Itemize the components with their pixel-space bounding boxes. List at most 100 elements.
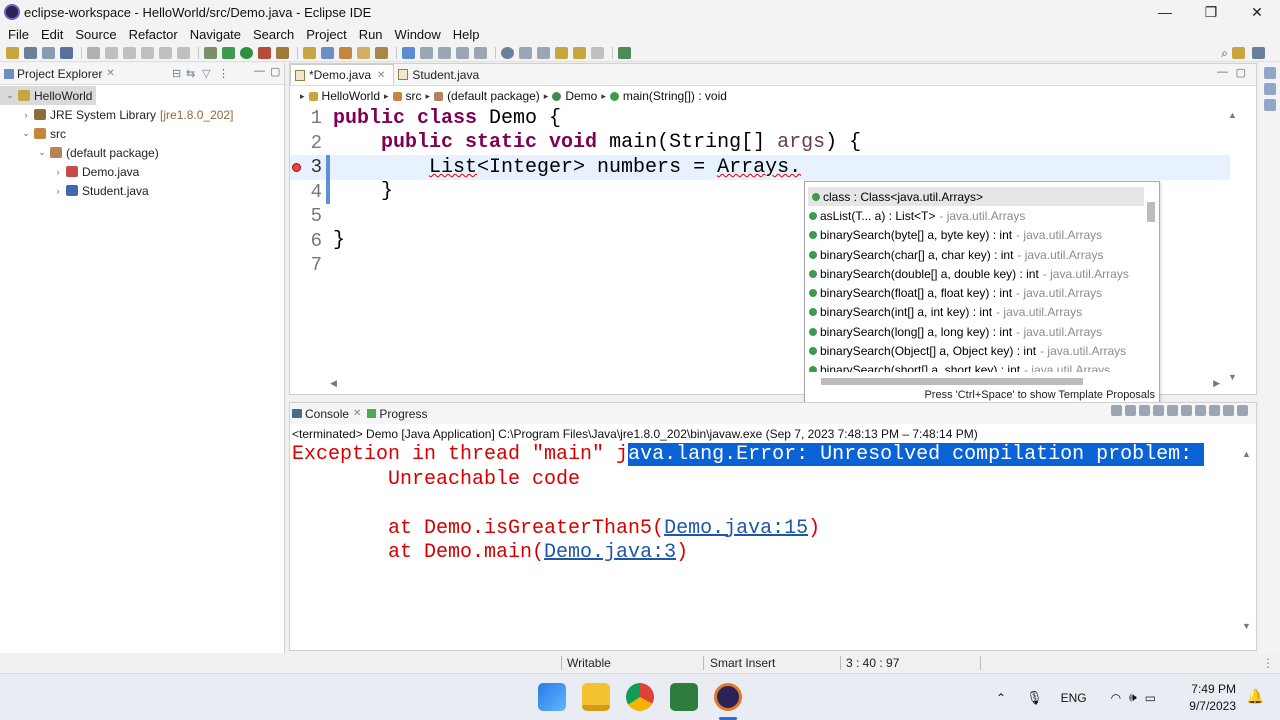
stack-frame-link[interactable]: Demo.java:15 xyxy=(664,517,808,540)
menu-project[interactable]: Project xyxy=(306,27,346,42)
terminal-icon[interactable] xyxy=(60,46,73,59)
battery-icon[interactable]: ▭ xyxy=(1145,691,1156,705)
skip-breakpoints-icon[interactable] xyxy=(87,46,100,59)
tree-item[interactable]: › Demo.java xyxy=(0,162,284,181)
proposal-item[interactable]: binarySearch(Object[] a, Object key) : i… xyxy=(805,341,1147,360)
scroll-right-icon[interactable]: ▶ xyxy=(1213,378,1220,389)
proposal-item[interactable]: binarySearch(float[] a, float key) : int… xyxy=(805,283,1147,302)
breadcrumb-src[interactable]: src xyxy=(406,89,422,103)
tab-console[interactable]: Console ✕ xyxy=(292,407,361,421)
close-tab-icon[interactable]: ✕ xyxy=(377,70,385,81)
chevron-up-icon[interactable]: ⌃ xyxy=(996,691,1006,705)
back-icon[interactable] xyxy=(573,46,586,59)
collapsed-twisty-icon[interactable]: › xyxy=(52,167,64,177)
scroll-down-icon[interactable]: ▼ xyxy=(1242,621,1251,631)
breadcrumb-package[interactable]: (default package) xyxy=(447,89,540,103)
spreadsheet-app-icon[interactable] xyxy=(670,683,698,711)
new-icon[interactable] xyxy=(6,46,19,59)
filter-icon[interactable]: ▽ xyxy=(202,67,210,80)
problems-view-icon[interactable] xyxy=(1263,99,1276,111)
perspective-java-ee-icon[interactable] xyxy=(1232,47,1245,59)
previous-annotation-icon[interactable] xyxy=(537,46,550,59)
breadcrumb-method[interactable]: main(String[]) : void xyxy=(623,89,727,103)
last-edit-icon[interactable] xyxy=(555,46,568,59)
expanded-twisty-icon[interactable]: ⌄ xyxy=(20,128,32,139)
proposal-item[interactable]: binarySearch(byte[] a, byte key) : int - … xyxy=(805,226,1147,245)
search-icon[interactable]: ⌕ xyxy=(1221,46,1228,61)
open-type-icon[interactable] xyxy=(339,46,352,59)
start-icon[interactable] xyxy=(538,683,566,711)
menu-navigate[interactable]: Navigate xyxy=(190,27,241,42)
external-tools-icon[interactable] xyxy=(276,46,289,59)
forward-icon[interactable] xyxy=(591,46,604,59)
breadcrumb-class[interactable]: Demo xyxy=(565,89,597,103)
step-over-icon[interactable] xyxy=(177,46,190,59)
proposal-item[interactable]: class : Class<java.util.Arrays> xyxy=(808,187,1144,207)
console-view-menu-icon[interactable] xyxy=(1237,405,1248,416)
tree-item[interactable]: ⌄ src xyxy=(0,124,284,143)
pin-console-icon[interactable] xyxy=(1195,405,1206,416)
coverage-icon[interactable] xyxy=(258,46,271,59)
tree-item[interactable]: ⌄ HelloWorld xyxy=(0,86,96,105)
eclipse-taskbar-icon[interactable] xyxy=(714,683,742,711)
microphone-icon[interactable]: 🎙 xyxy=(1026,690,1043,706)
word-wrap-console-icon[interactable] xyxy=(1181,405,1192,416)
collapse-all-icon[interactable]: ⊟ xyxy=(172,67,181,80)
step-into-icon[interactable] xyxy=(159,46,172,59)
scroll-lock-icon[interactable] xyxy=(1167,405,1178,416)
toggle-mark-occurrences-icon[interactable] xyxy=(402,46,415,59)
collapsed-twisty-icon[interactable]: › xyxy=(52,186,64,196)
scroll-up-icon[interactable]: ▲ xyxy=(1228,110,1237,120)
next-annotation-icon[interactable] xyxy=(519,46,532,59)
suspend-icon[interactable] xyxy=(123,46,136,59)
breadcrumb-project[interactable]: HelloWorld xyxy=(322,89,380,103)
tree-item[interactable]: ⌄ (default package) xyxy=(0,143,284,162)
menu-run[interactable]: Run xyxy=(359,27,383,42)
editor-vertical-scrollbar[interactable]: ▲ ▼ xyxy=(1228,106,1242,386)
menu-search[interactable]: Search xyxy=(253,27,294,42)
scroll-down-icon[interactable]: ▼ xyxy=(1228,372,1237,382)
proposal-item[interactable]: binarySearch(double[] a, double key) : i… xyxy=(805,264,1147,283)
wifi-icon[interactable]: ◠ xyxy=(1111,691,1121,705)
expanded-twisty-icon[interactable]: ⌄ xyxy=(4,90,16,101)
close-icon[interactable]: ✕ xyxy=(353,408,361,419)
maximize-editor-icon[interactable]: ▢ xyxy=(1236,66,1246,79)
whitespace-icon[interactable] xyxy=(456,46,469,59)
proposal-scroll-thumb[interactable] xyxy=(1147,202,1155,222)
proposal-item[interactable]: binarySearch(int[] a, int key) : int - ja… xyxy=(805,303,1147,322)
proposal-horizontal-scroll-thumb[interactable] xyxy=(821,378,1083,385)
build-icon[interactable] xyxy=(204,46,217,59)
new-java-project-icon[interactable] xyxy=(303,46,316,59)
menu-edit[interactable]: Edit xyxy=(41,27,63,42)
link-editor-icon[interactable]: ⇆ xyxy=(186,67,195,80)
menu-help[interactable]: Help xyxy=(453,27,480,42)
menu-source[interactable]: Source xyxy=(75,27,116,42)
proposal-item[interactable]: binarySearch(short[] a, short key) : int… xyxy=(805,361,1147,372)
tab-demo-java[interactable]: *Demo.java ✕ xyxy=(290,64,395,85)
scroll-up-icon[interactable]: ▲ xyxy=(1242,449,1251,459)
outline-view-icon[interactable] xyxy=(1263,67,1276,79)
save-all-icon[interactable] xyxy=(42,46,55,59)
status-menu-icon[interactable]: ⋮ xyxy=(1262,656,1274,670)
volume-icon[interactable]: 🕪 xyxy=(1129,690,1137,705)
pilcrow-icon[interactable] xyxy=(474,46,487,59)
taskbar-clock[interactable]: 7:49 PM 9/7/2023 xyxy=(1189,681,1236,715)
tree-item[interactable]: › Student.java xyxy=(0,181,284,200)
run-icon[interactable] xyxy=(240,46,253,59)
stack-frame-link[interactable]: Demo.java:3 xyxy=(544,541,676,564)
tree-item[interactable]: › JRE System Library [jre1.8.0_202] xyxy=(0,105,284,124)
globe-icon[interactable] xyxy=(501,46,514,59)
debug-icon[interactable] xyxy=(222,46,235,59)
tab-project-explorer[interactable]: Project Explorer ✕ ⊟ ⇆ ▽ ⋮ — ▢ xyxy=(0,63,284,85)
terminate-console-icon[interactable] xyxy=(1111,405,1122,416)
menu-window[interactable]: Window xyxy=(395,27,441,42)
block-selection-icon[interactable] xyxy=(438,46,451,59)
clear-console-icon[interactable] xyxy=(1153,405,1164,416)
save-icon[interactable] xyxy=(24,46,37,59)
task-list-icon[interactable] xyxy=(1263,83,1276,95)
proposal-list[interactable]: class : Class<java.util.Arrays> asList(T.… xyxy=(805,182,1147,372)
tab-student-java[interactable]: Student.java xyxy=(394,64,487,85)
collapsed-twisty-icon[interactable]: › xyxy=(20,110,32,120)
menu-refactor[interactable]: Refactor xyxy=(129,27,178,42)
display-console-icon[interactable] xyxy=(1209,405,1220,416)
